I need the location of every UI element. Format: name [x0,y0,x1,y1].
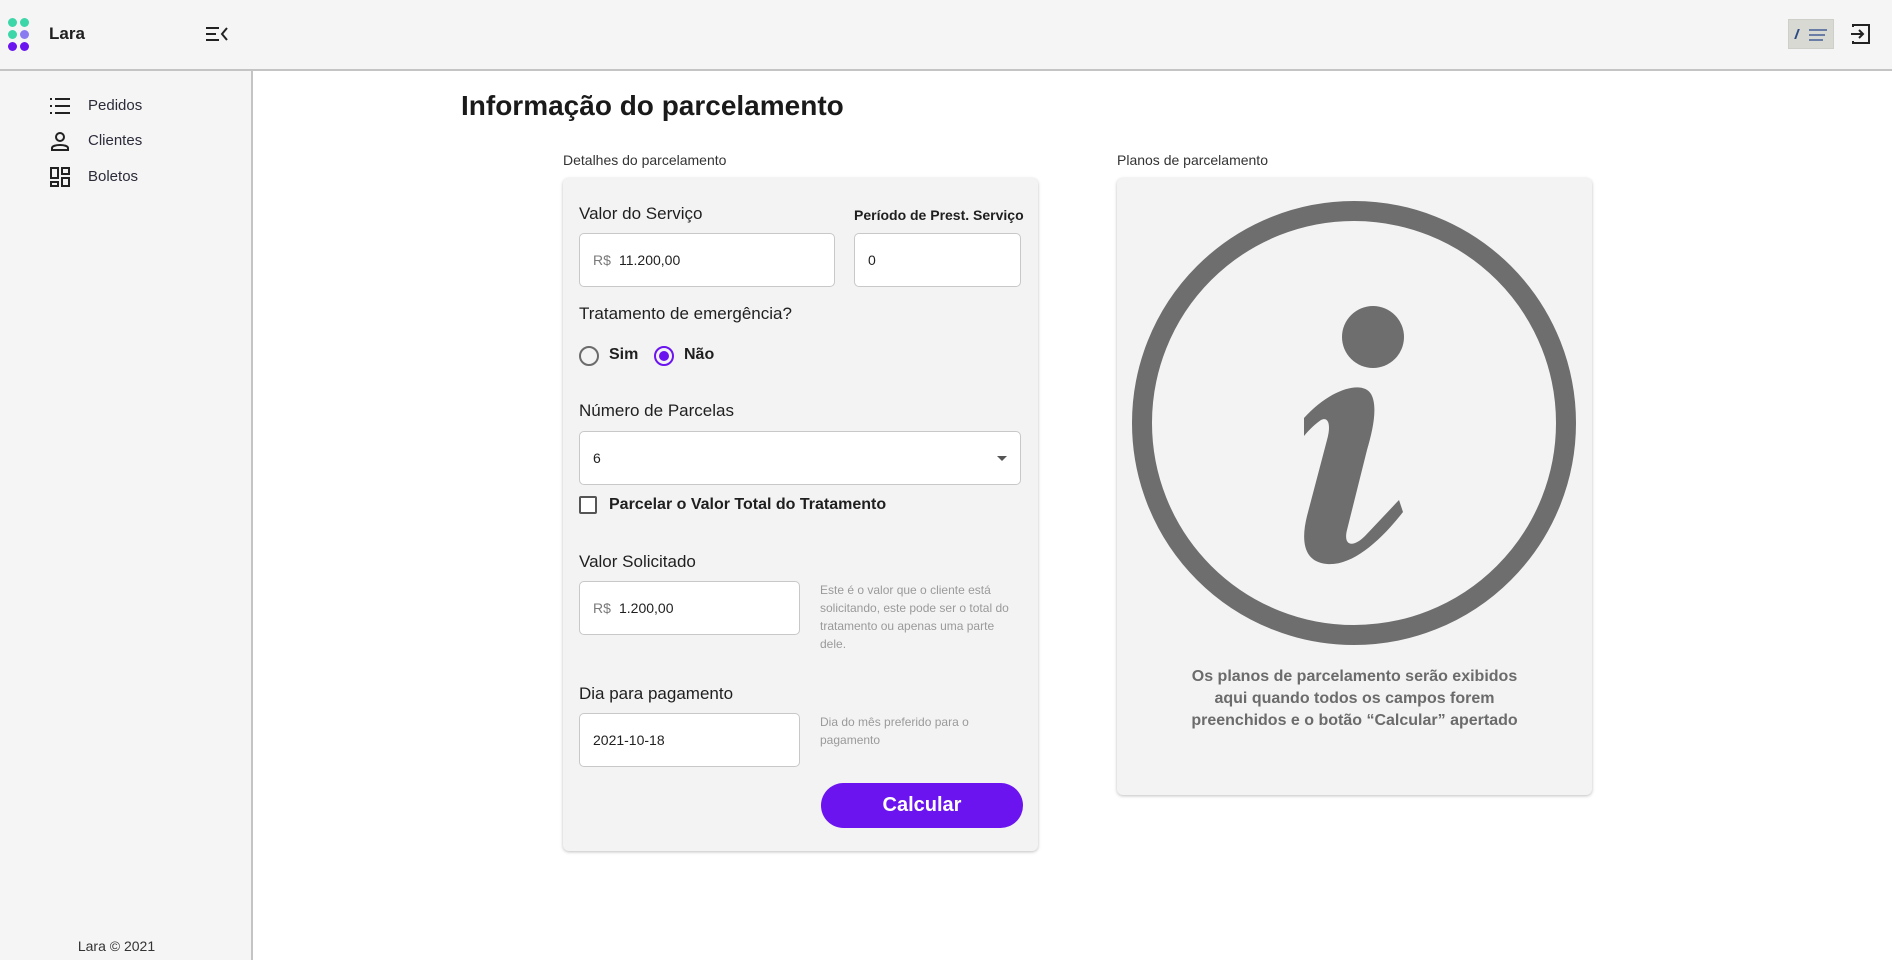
dia-pagamento-value: 2021-10-18 [593,732,665,748]
parcelas-value: 6 [593,450,601,466]
currency-prefix: R$ [593,600,611,616]
chevron-down-icon [997,456,1007,461]
periodo-label: Período de Prest. Serviço [854,207,1024,223]
dashboard-icon [48,165,72,189]
details-section-label: Detalhes do parcelamento [563,152,727,168]
installment-details-card: Valor do Serviço Período de Prest. Servi… [563,178,1038,851]
plans-empty-message: Os planos de parcelamento serão exibidos… [1191,668,1518,729]
emergencia-sim-radio[interactable] [579,346,599,366]
menu-collapse-icon[interactable] [205,24,229,44]
sidebar-item-label: Boletos [88,168,139,185]
parcelar-total-label: Parcelar o Valor Total do Tratamento [609,496,887,513]
top-bar: Lara [0,0,1892,71]
logout-icon[interactable] [1849,22,1873,46]
sidebar-item-boletos[interactable]: Boletos [48,164,238,190]
person-icon [48,129,72,153]
dia-pagamento-hint: Dia do mês preferido para o pagamento [820,715,969,747]
emergencia-nao-radio[interactable] [654,346,674,366]
parcelas-label: Número de Parcelas [579,401,734,420]
emergencia-label: Tratamento de emergência? [579,304,792,323]
calcular-button[interactable]: Calcular [821,783,1023,828]
company-logo [1788,19,1834,49]
valor-servico-value: 11.200,00 [619,252,681,268]
valor-servico-label: Valor do Serviço [579,204,703,223]
app-title: Lara [49,24,85,43]
sidebar-item-pedidos[interactable]: Pedidos [48,93,238,119]
currency-prefix: R$ [593,252,611,268]
info-icon [1131,200,1577,646]
parcelar-total-checkbox[interactable] [579,496,597,514]
periodo-input[interactable]: 0 [854,233,1021,287]
emergencia-nao-label: Não [684,346,715,363]
periodo-value: 0 [868,252,876,268]
valor-solicitado-label: Valor Solicitado [579,552,696,571]
plans-section-label: Planos de parcelamento [1117,152,1268,168]
sidebar-footer: Lara © 2021 [77,938,156,954]
dia-pagamento-label: Dia para pagamento [579,684,734,703]
dia-pagamento-input[interactable]: 2021-10-18 [579,713,800,767]
app-logo-icon [8,18,30,51]
valor-servico-input[interactable]: R$ 11.200,00 [579,233,835,287]
page-title: Informação do parcelamento [461,90,844,121]
list-icon [48,94,72,118]
sidebar-item-label: Pedidos [88,97,143,114]
emergencia-sim-label: Sim [609,346,639,363]
installment-plans-card: Os planos de parcelamento serão exibidos… [1117,178,1592,795]
sidebar-item-label: Clientes [88,132,143,149]
valor-solicitado-value: 1.200,00 [619,600,674,616]
sidebar: Pedidos Clientes Boletos Lara © 2021 [0,71,253,960]
valor-solicitado-hint: Este é o valor que o cliente está solici… [820,583,1009,651]
valor-solicitado-input[interactable]: R$ 1.200,00 [579,581,800,635]
parcelas-select[interactable]: 6 [579,431,1021,485]
sidebar-item-clientes[interactable]: Clientes [48,128,238,154]
